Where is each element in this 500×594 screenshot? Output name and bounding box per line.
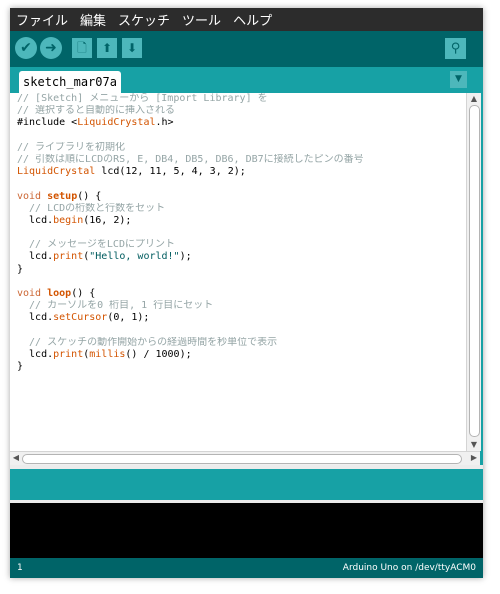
code-token: (0, 1); bbox=[107, 312, 150, 324]
code-token: void bbox=[17, 190, 48, 202]
code-token: // LCDの桁数と行数をセット bbox=[17, 202, 166, 214]
tab-menu-button[interactable]: ▼ bbox=[450, 71, 467, 88]
arduino-ide-window: ファイル 編集 スケッチ ツール ヘルプ ✔ ➜ 🗋 ⬆ ⬇ ⚲ sketch_… bbox=[10, 8, 483, 578]
code-token: // メッセージをLCDにプリント bbox=[17, 239, 175, 251]
code-token: millis bbox=[89, 348, 126, 360]
save-button[interactable]: ⬇ bbox=[122, 38, 142, 58]
code-token: LiquidCrystal bbox=[77, 117, 156, 129]
arrow-up-icon: ⬆ bbox=[101, 41, 113, 55]
code-token: "Hello, world!" bbox=[89, 251, 180, 263]
code-token: begin bbox=[53, 214, 84, 226]
scroll-right-icon[interactable]: ▶ bbox=[469, 453, 479, 463]
code-token: print bbox=[53, 348, 84, 360]
code-line: #include <LiquidCrystal.h> bbox=[17, 117, 465, 129]
tab-strip: sketch_mar07a ▼ bbox=[10, 67, 483, 93]
code-token: lcd. bbox=[17, 251, 54, 263]
toolbar: ✔ ➜ 🗋 ⬆ ⬇ ⚲ bbox=[10, 31, 483, 67]
code-line: // [Sketch] メニューから [Import Library] を bbox=[17, 93, 465, 105]
code-token: (16, 2); bbox=[83, 214, 132, 226]
code-token: // ライブラリを初期化 bbox=[17, 141, 126, 153]
status-bar bbox=[10, 469, 483, 500]
code-token: // スケッチの動作開始からの経過時間を秒単位で表示 bbox=[17, 336, 278, 348]
code-token: // [Sketch] メニューから [Import Library] を bbox=[17, 93, 268, 104]
code-token: lcd. bbox=[17, 214, 54, 226]
code-line: void loop() { bbox=[17, 288, 465, 300]
code-line: lcd.print(millis() / 1000); bbox=[17, 349, 465, 361]
code-line: // メッセージをLCDにプリント bbox=[17, 239, 465, 251]
code-line: // LCDの桁数と行数をセット bbox=[17, 203, 465, 215]
code-token: void bbox=[17, 288, 48, 299]
menu-help[interactable]: ヘルプ bbox=[233, 10, 272, 29]
scroll-up-icon[interactable]: ▲ bbox=[469, 94, 479, 104]
code-token: LiquidCrystal bbox=[17, 166, 96, 178]
footer-bar: 1 Arduino Uno on /dev/ttyACM0 bbox=[10, 558, 483, 578]
code-line: // カーソルを0 桁目, 1 行目にセット bbox=[17, 300, 465, 312]
menu-sketch[interactable]: スケッチ bbox=[118, 10, 170, 29]
scroll-down-icon[interactable]: ▼ bbox=[469, 440, 479, 450]
serial-monitor-button[interactable]: ⚲ bbox=[445, 38, 466, 59]
horizontal-scrollbar[interactable]: ◀ ▶ bbox=[10, 451, 480, 465]
magnifier-icon: ⚲ bbox=[450, 41, 461, 56]
line-number: 1 bbox=[17, 563, 23, 573]
tab-sketch[interactable]: sketch_mar07a bbox=[19, 71, 121, 93]
menu-file[interactable]: ファイル bbox=[16, 10, 68, 29]
code-token: // カーソルを0 桁目, 1 行目にセット bbox=[17, 300, 214, 312]
verify-button[interactable]: ✔ bbox=[15, 37, 37, 59]
code-line: } bbox=[17, 361, 465, 373]
code-token: lcd(12, 11, 5, 4, 3, 2); bbox=[95, 166, 246, 178]
code-line: lcd.setCursor(0, 1); bbox=[17, 312, 465, 324]
code-token: ); bbox=[179, 251, 192, 263]
code-token: print bbox=[53, 251, 84, 263]
code-token: lcd. bbox=[17, 348, 54, 360]
code-editor[interactable]: // [Sketch] メニューから [Import Library] を// … bbox=[10, 93, 481, 451]
code-text[interactable]: // [Sketch] メニューから [Import Library] を// … bbox=[17, 93, 465, 373]
vertical-scroll-thumb[interactable] bbox=[469, 105, 480, 437]
new-file-icon: 🗋 bbox=[77, 41, 87, 55]
new-button[interactable]: 🗋 bbox=[72, 38, 92, 58]
menu-tools[interactable]: ツール bbox=[182, 10, 221, 29]
code-line: void setup() { bbox=[17, 191, 465, 203]
code-token: } bbox=[17, 361, 24, 373]
code-line: // 引数は順にLCDのRS, E, DB4, DB5, DB6, DB7に接続… bbox=[17, 154, 465, 166]
menu-edit[interactable]: 編集 bbox=[80, 10, 106, 29]
arrow-down-icon: ⬇ bbox=[126, 41, 138, 55]
code-token: () / 1000); bbox=[125, 348, 192, 360]
code-line: lcd.print("Hello, world!"); bbox=[17, 251, 465, 263]
chevron-down-icon: ▼ bbox=[455, 74, 462, 84]
checkmark-icon: ✔ bbox=[20, 40, 32, 56]
vertical-scrollbar[interactable]: ▲ ▼ bbox=[466, 93, 481, 451]
code-token: .h> bbox=[155, 117, 174, 129]
code-token: () { bbox=[77, 190, 102, 202]
code-line: // 選択すると自動的に挿入される bbox=[17, 105, 465, 117]
code-line: lcd.begin(16, 2); bbox=[17, 215, 465, 227]
code-line: } bbox=[17, 264, 465, 276]
open-button[interactable]: ⬆ bbox=[97, 38, 117, 58]
code-line: // ライブラリを初期化 bbox=[17, 142, 465, 154]
scroll-left-icon[interactable]: ◀ bbox=[11, 453, 21, 463]
code-line: // スケッチの動作開始からの経過時間を秒単位で表示 bbox=[17, 337, 465, 349]
code-token: setCursor bbox=[53, 312, 108, 324]
console-output[interactable] bbox=[10, 500, 483, 558]
code-token: loop bbox=[47, 288, 72, 299]
menu-bar: ファイル 編集 スケッチ ツール ヘルプ bbox=[10, 8, 483, 31]
code-token: lcd. bbox=[17, 312, 54, 324]
code-line: LiquidCrystal lcd(12, 11, 5, 4, 3, 2); bbox=[17, 166, 465, 178]
code-token: () { bbox=[71, 288, 96, 299]
code-token: } bbox=[17, 263, 24, 275]
arrow-right-icon: ➜ bbox=[45, 40, 57, 56]
horizontal-scroll-thumb[interactable] bbox=[22, 454, 462, 464]
upload-button[interactable]: ➜ bbox=[40, 37, 62, 59]
board-port-label: Arduino Uno on /dev/ttyACM0 bbox=[342, 563, 476, 573]
code-token: #include < bbox=[17, 117, 78, 129]
code-token: // 選択すると自動的に挿入される bbox=[17, 105, 176, 117]
code-token: setup bbox=[47, 190, 78, 202]
code-token: // 引数は順にLCDのRS, E, DB4, DB5, DB6, DB7に接続… bbox=[17, 153, 364, 165]
